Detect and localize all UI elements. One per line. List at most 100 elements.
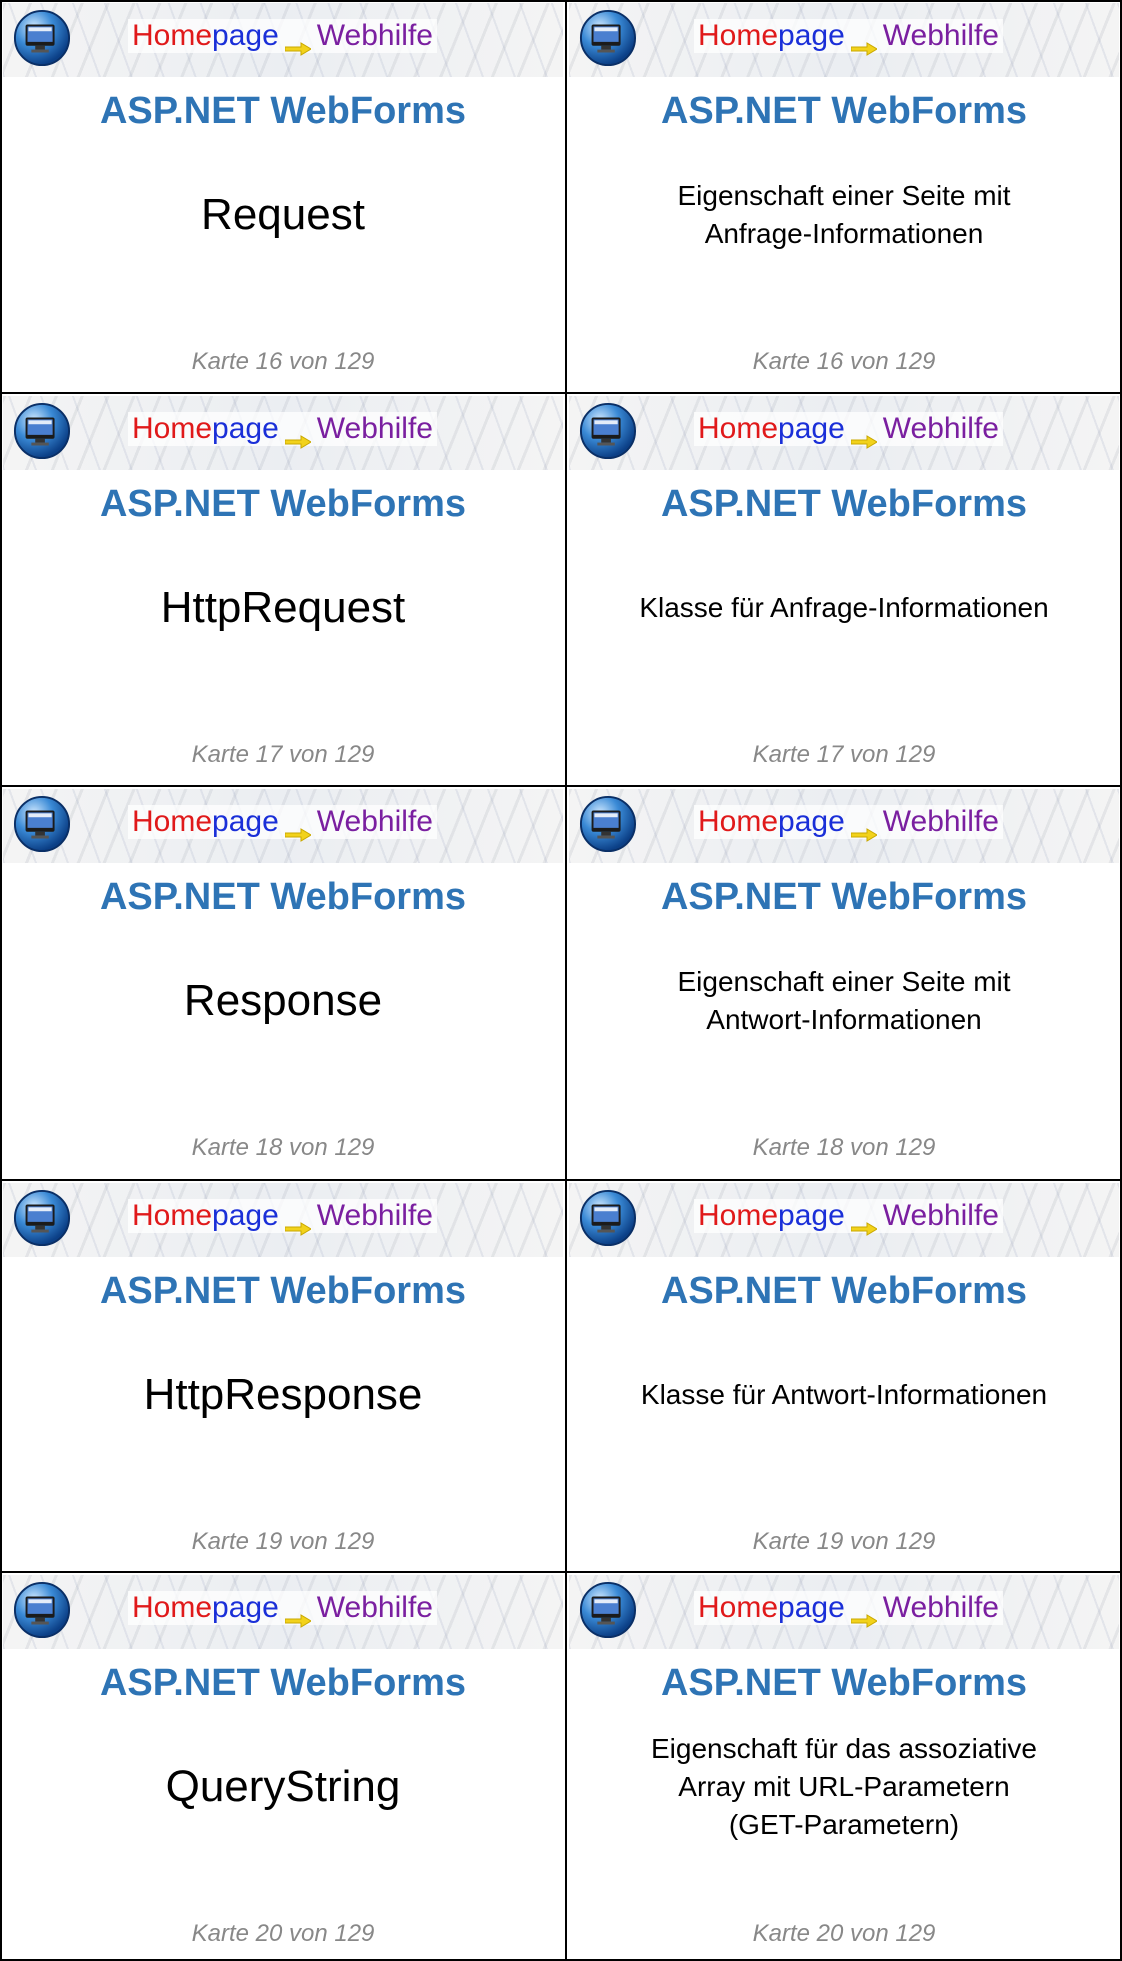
banner-webhilfe: Webhilfe xyxy=(316,1591,433,1624)
card-definition: Eigenschaft für das assoziative Array mi… xyxy=(651,1733,1037,1840)
banner-page: page xyxy=(778,805,845,838)
yellow-arrow-icon xyxy=(284,816,312,842)
header-banner: Homepage Webhilfe xyxy=(3,1183,563,1257)
banner-home: Home xyxy=(132,19,213,52)
card-title: ASP.NET WebForms xyxy=(99,483,466,525)
card-title: ASP.NET WebForms xyxy=(99,876,466,918)
header-banner: Homepage Webhilfe xyxy=(3,396,563,470)
banner-logo-text: Homepage Webhilfe xyxy=(694,1591,1003,1628)
card-definition: Klasse für Antwort-Informationen xyxy=(640,1379,1048,1410)
yellow-arrow-icon xyxy=(284,1210,312,1236)
banner-webhilfe: Webhilfe xyxy=(316,412,433,445)
banner-webhilfe: Webhilfe xyxy=(882,19,999,52)
banner-webhilfe: Webhilfe xyxy=(882,805,999,838)
banner-webhilfe: Webhilfe xyxy=(316,805,433,838)
globe-monitor-icon xyxy=(13,1581,71,1639)
globe-monitor-icon xyxy=(579,1189,637,1247)
card-counter: Karte 16 von 129 xyxy=(752,348,936,375)
yellow-arrow-icon xyxy=(850,1602,878,1628)
banner-home: Home xyxy=(698,412,779,445)
header-banner: Homepage Webhilfe xyxy=(3,1575,563,1649)
header-banner: Homepage Webhilfe xyxy=(569,1183,1119,1257)
yellow-arrow-icon xyxy=(284,30,312,56)
header-banner: Homepage Webhilfe xyxy=(569,396,1119,470)
card-definition: Eigenschaft einer Seite mit Antwort-Info… xyxy=(677,966,1011,1035)
card-title: ASP.NET WebForms xyxy=(660,1662,1027,1704)
globe-monitor-icon xyxy=(579,795,637,853)
globe-monitor-icon xyxy=(579,9,637,67)
banner-logo-text: Homepage Webhilfe xyxy=(128,412,437,449)
globe-monitor-icon xyxy=(13,795,71,853)
flashcard-back: Homepage Webhilfe ASP.NET WebForms Eigensch… xyxy=(566,1572,1122,1961)
card-title: ASP.NET WebForms xyxy=(99,90,466,132)
globe-monitor-icon xyxy=(13,1189,71,1247)
flashcard-back: Homepage Webhilfe ASP.NET WebForms Klasse f… xyxy=(566,393,1122,786)
banner-webhilfe: Webhilfe xyxy=(882,1199,999,1232)
banner-logo-text: Homepage Webhilfe xyxy=(694,1199,1003,1236)
header-banner: Homepage Webhilfe xyxy=(3,3,563,77)
header-banner: Homepage Webhilfe xyxy=(569,789,1119,863)
card-term: Request xyxy=(201,190,365,239)
banner-logo-text: Homepage Webhilfe xyxy=(128,1199,437,1236)
card-counter: Karte 17 von 129 xyxy=(752,741,936,768)
grid-line-row xyxy=(0,392,1122,394)
card-term: HttpRequest xyxy=(160,583,406,632)
banner-webhilfe: Webhilfe xyxy=(316,1199,433,1232)
header-banner: Homepage Webhilfe xyxy=(569,3,1119,77)
card-counter: Karte 18 von 129 xyxy=(752,1134,936,1161)
banner-home: Home xyxy=(132,1199,213,1232)
card-counter: Karte 19 von 129 xyxy=(752,1528,936,1555)
banner-logo-text: Homepage Webhilfe xyxy=(694,805,1003,842)
flashcard-front: Homepage Webhilfe ASP.NET WebForms QueryStr… xyxy=(0,1572,566,1961)
flashcard-front: Homepage Webhilfe ASP.NET WebForms HttpRequ… xyxy=(0,393,566,786)
banner-page: page xyxy=(212,412,279,445)
grid-line-left xyxy=(0,0,2,1961)
card-term: HttpResponse xyxy=(143,1370,423,1419)
grid-line-row xyxy=(0,1571,1122,1573)
card-title: ASP.NET WebForms xyxy=(660,1270,1027,1312)
banner-page: page xyxy=(212,1199,279,1232)
banner-page: page xyxy=(778,19,845,52)
card-counter: Karte 20 von 129 xyxy=(752,1920,936,1947)
banner-logo-text: Homepage Webhilfe xyxy=(128,1591,437,1628)
grid-line-row xyxy=(0,785,1122,787)
card-counter: Karte 16 von 129 xyxy=(191,348,375,375)
flashcard-front: Homepage Webhilfe ASP.NET WebForms HttpResp… xyxy=(0,1180,566,1572)
yellow-arrow-icon xyxy=(850,816,878,842)
flashcard-front: Homepage Webhilfe ASP.NET WebForms Response… xyxy=(0,786,566,1180)
card-definition: Klasse für Anfrage-Informationen xyxy=(639,592,1049,623)
header-banner: Homepage Webhilfe xyxy=(3,789,563,863)
banner-home: Home xyxy=(698,1591,779,1624)
banner-page: page xyxy=(778,1591,845,1624)
banner-home: Home xyxy=(698,1199,779,1232)
globe-monitor-icon xyxy=(579,402,637,460)
banner-logo-text: Homepage Webhilfe xyxy=(128,19,437,56)
flashcard-back: Homepage Webhilfe ASP.NET WebForms Eigensch… xyxy=(566,786,1122,1180)
card-counter: Karte 19 von 129 xyxy=(191,1528,375,1555)
card-title: ASP.NET WebForms xyxy=(660,876,1027,918)
banner-page: page xyxy=(778,412,845,445)
flashcard-front: Homepage Webhilfe ASP.NET WebForms Request K… xyxy=(0,0,566,393)
banner-page: page xyxy=(778,1199,845,1232)
card-title: ASP.NET WebForms xyxy=(660,483,1027,525)
card-term: Response xyxy=(183,976,383,1025)
banner-webhilfe: Webhilfe xyxy=(316,19,433,52)
banner-page: page xyxy=(212,1591,279,1624)
card-definition: Eigenschaft einer Seite mit Anfrage-Info… xyxy=(677,180,1011,249)
banner-logo-text: Homepage Webhilfe xyxy=(128,805,437,842)
grid-line-top xyxy=(0,0,1122,2)
yellow-arrow-icon xyxy=(850,30,878,56)
flashcard-sheet: Homepage Webhilfe ASP.NET WebForms Request K… xyxy=(0,0,1122,1961)
card-term: QueryString xyxy=(165,1762,401,1811)
banner-webhilfe: Webhilfe xyxy=(882,1591,999,1624)
yellow-arrow-icon xyxy=(284,423,312,449)
card-title: ASP.NET WebForms xyxy=(660,90,1027,132)
card-counter: Karte 18 von 129 xyxy=(191,1134,375,1161)
yellow-arrow-icon xyxy=(850,1210,878,1236)
globe-monitor-icon xyxy=(13,9,71,67)
flashcard-back: Homepage Webhilfe ASP.NET WebForms Klasse f… xyxy=(566,1180,1122,1572)
card-counter: Karte 20 von 129 xyxy=(191,1920,375,1947)
banner-logo-text: Homepage Webhilfe xyxy=(694,19,1003,56)
banner-home: Home xyxy=(698,805,779,838)
banner-home: Home xyxy=(132,412,213,445)
